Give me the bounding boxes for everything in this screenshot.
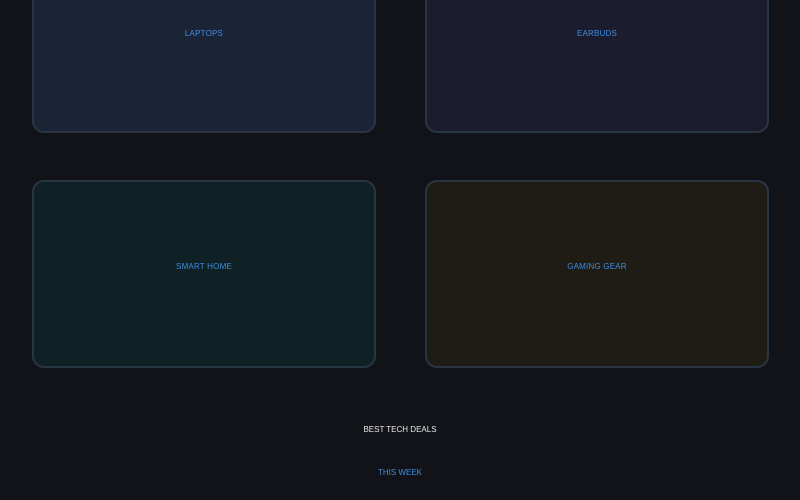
- category-label-smart-home: SMART HOME: [176, 262, 232, 271]
- this-week-link[interactable]: THIS WEEK: [378, 468, 422, 477]
- category-card-gaming-gear[interactable]: GAMING GEAR: [425, 180, 769, 368]
- category-card-earbuds[interactable]: EARBUDS: [425, 0, 769, 133]
- category-label-gaming-gear: GAMING GEAR: [567, 262, 627, 271]
- deals-heading: BEST TECH DEALS: [363, 425, 437, 434]
- category-label-laptops: LAPTOPS: [184, 29, 224, 38]
- category-grid-page: LAPTOPS EARBUDS SMART HOME GAMING GEAR B…: [0, 0, 800, 500]
- category-card-laptops[interactable]: LAPTOPS: [32, 0, 376, 133]
- category-label-earbuds: EARBUDS: [576, 29, 618, 38]
- deals-subheading-container: THIS WEEK: [0, 468, 800, 477]
- category-card-smart-home[interactable]: SMART HOME: [32, 180, 376, 368]
